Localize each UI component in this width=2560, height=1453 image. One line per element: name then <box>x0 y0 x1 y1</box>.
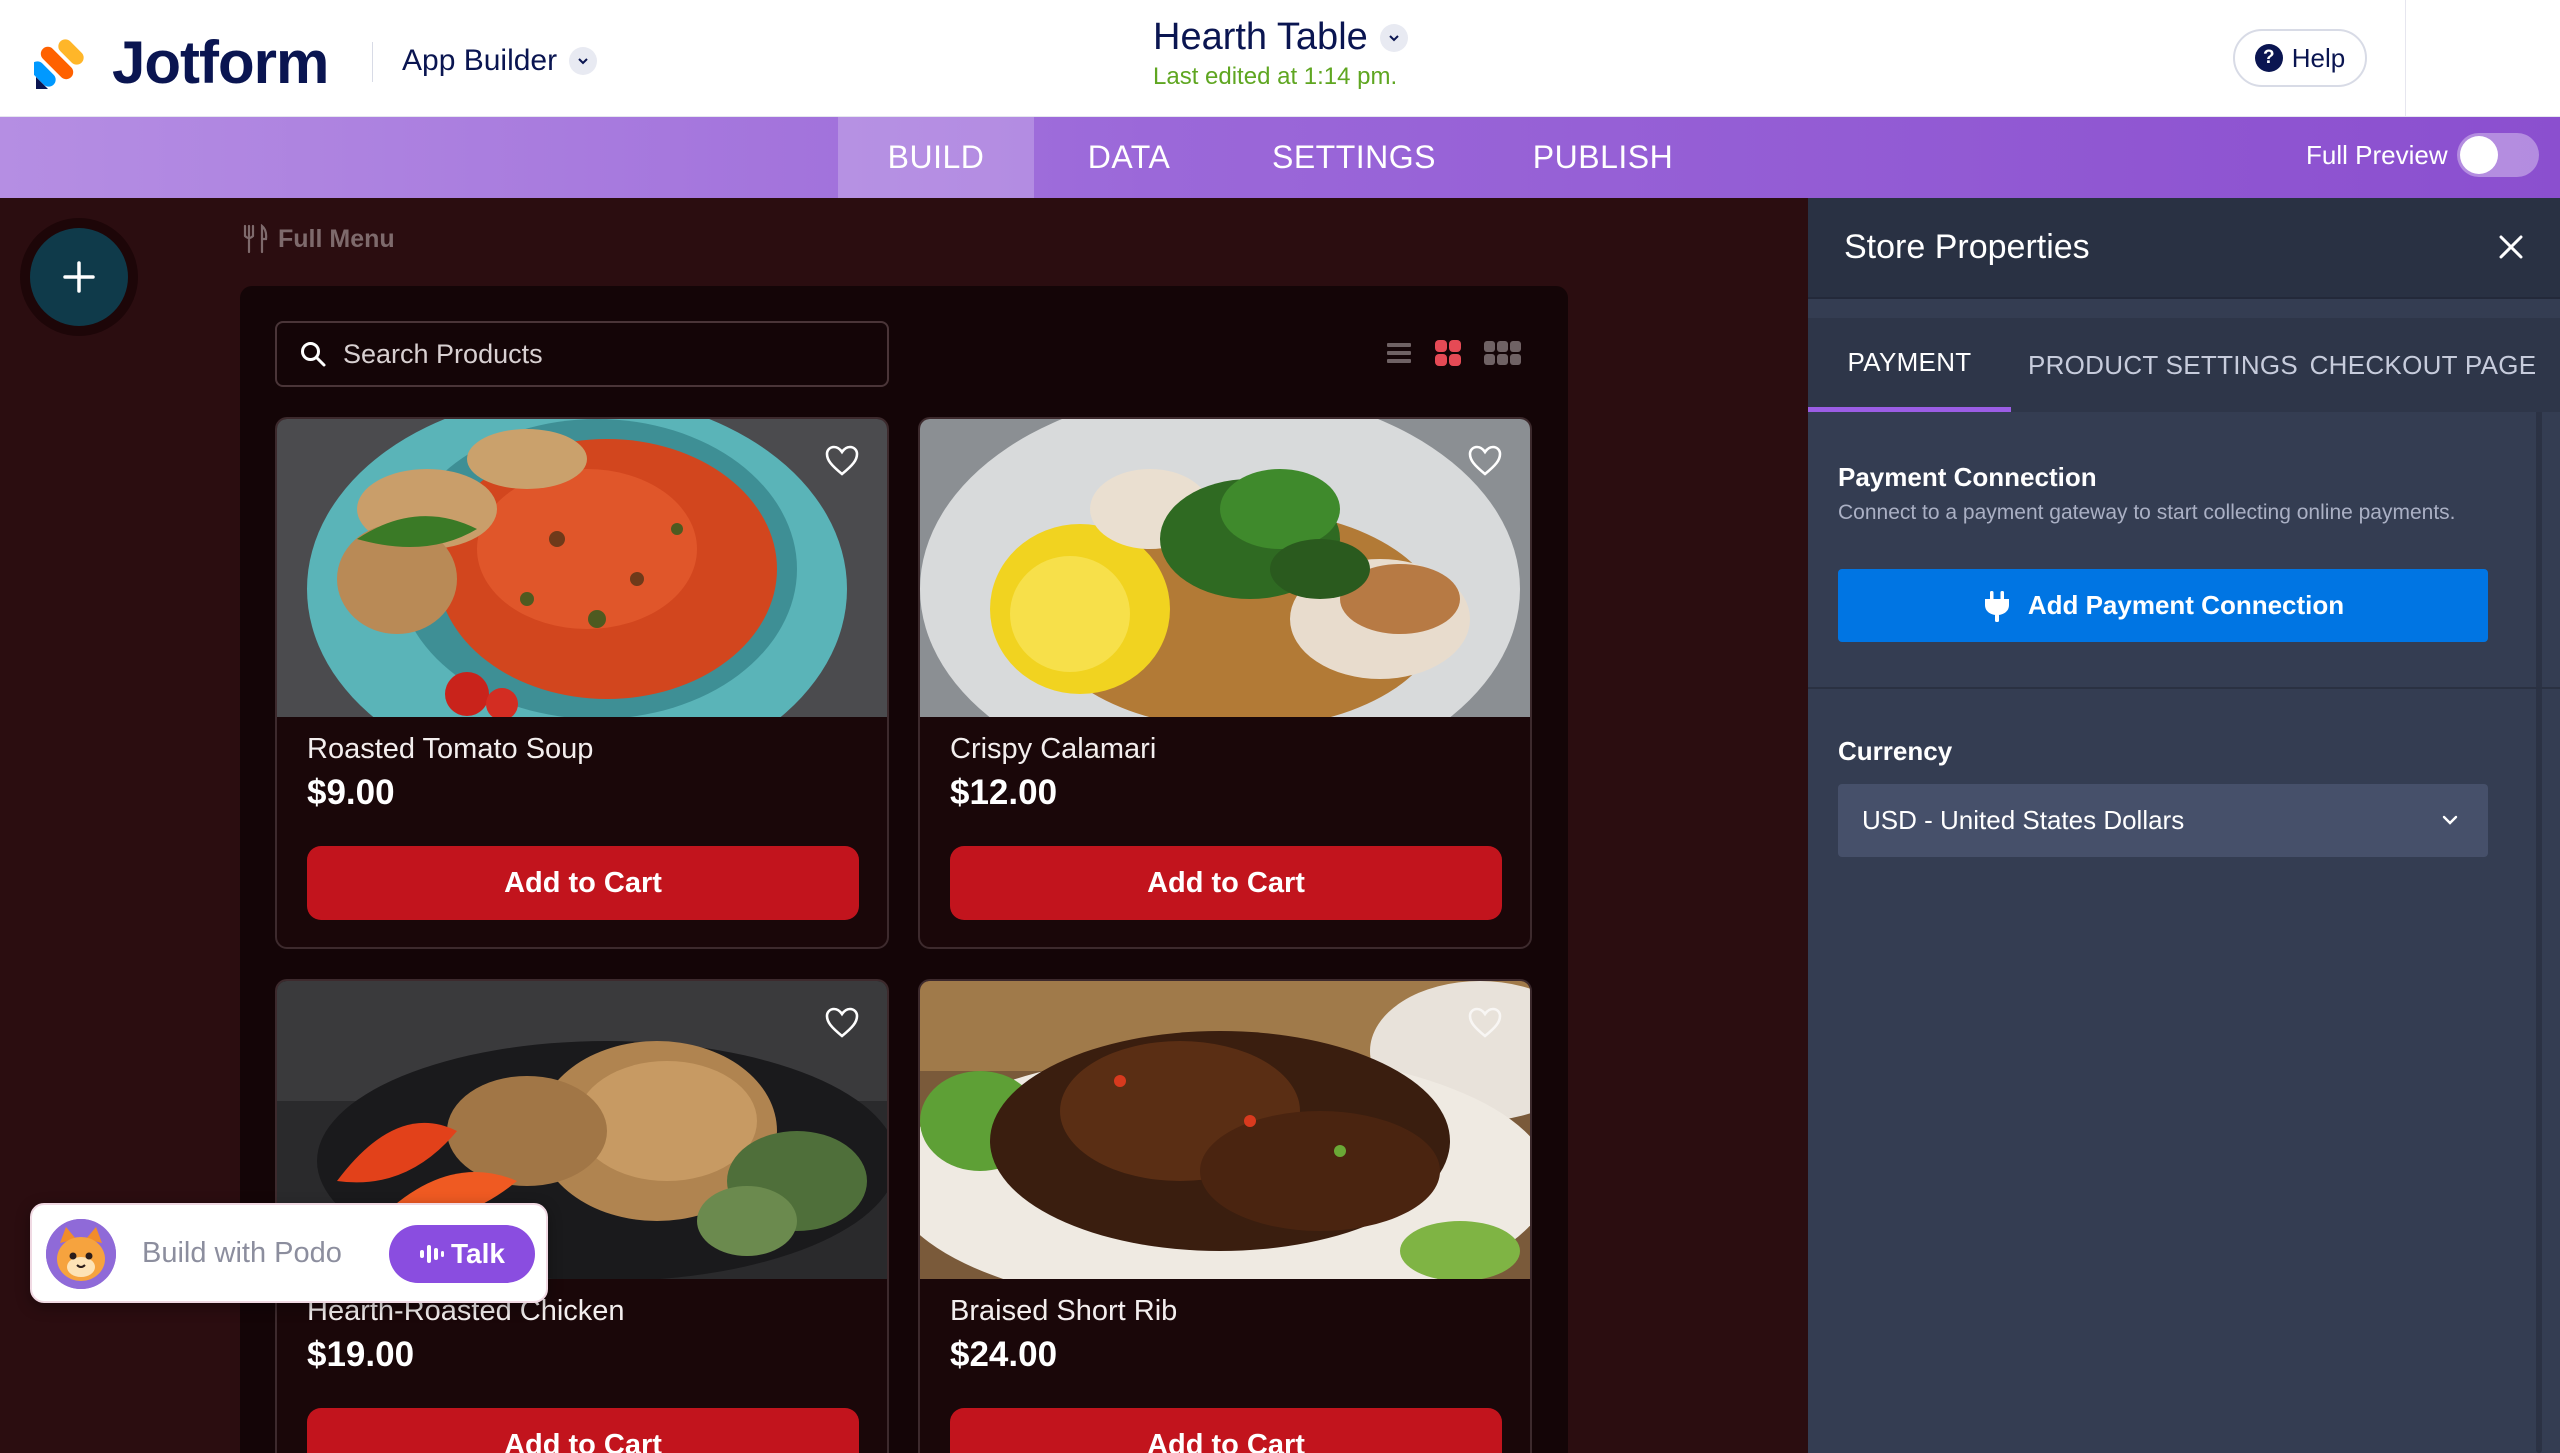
chevron-down-icon <box>1379 23 1408 52</box>
add-element-button[interactable] <box>30 228 128 326</box>
product-image-crispy-calamari[interactable] <box>920 419 1530 717</box>
tab-publish[interactable]: PUBLISH <box>1484 117 1722 198</box>
page-label-text: Full Menu <box>278 224 395 253</box>
tab-build[interactable]: BUILD <box>838 117 1034 198</box>
plus-icon <box>63 261 95 293</box>
add-payment-connection-label: Add Payment Connection <box>2027 590 2345 620</box>
app-builder-menu[interactable]: App Builder <box>402 44 598 78</box>
podo-avatar <box>46 1219 116 1289</box>
tab-product-settings[interactable]: PRODUCT SETTINGS <box>2018 318 2308 412</box>
list-view-icon[interactable] <box>1385 340 1413 366</box>
heart-icon[interactable] <box>825 1007 859 1039</box>
talk-button[interactable]: Talk <box>389 1225 535 1283</box>
full-preview-label: Full Preview <box>2306 140 2448 170</box>
grid-view-icon[interactable] <box>1433 338 1463 368</box>
compact-grid-view-icon[interactable] <box>1483 339 1523 367</box>
product-price: $19.00 <box>307 1335 415 1374</box>
talk-label: Talk <box>451 1238 505 1269</box>
app-title-menu[interactable]: Hearth Table <box>1153 16 1408 59</box>
product-card[interactable]: Crispy Calamari $12.00 Add to Cart <box>918 417 1532 949</box>
add-to-cart-button[interactable]: Add to Cart <box>307 846 859 920</box>
section-divider <box>1808 687 2560 689</box>
jotform-logo-icon <box>34 38 84 89</box>
tab-payment[interactable]: PAYMENT <box>1808 318 2011 412</box>
heart-icon[interactable] <box>1468 1007 1502 1039</box>
podo-prompt: Build with Podo <box>142 1237 342 1269</box>
tab-settings[interactable]: SETTINGS <box>1224 117 1484 198</box>
add-to-cart-button[interactable]: Add to Cart <box>307 1408 859 1453</box>
close-icon[interactable] <box>2496 232 2526 262</box>
currency-title: Currency <box>1838 736 1953 766</box>
tab-data[interactable]: DATA <box>1034 117 1224 198</box>
header-divider <box>2405 0 2406 117</box>
toggle-knob <box>2460 136 2498 174</box>
store-properties-panel: Store Properties PAYMENT PRODUCT SETTING… <box>1808 198 2560 1453</box>
help-label: Help <box>2291 42 2346 73</box>
heart-icon[interactable] <box>825 445 859 477</box>
product-card[interactable]: Braised Short Rib $24.00 Add to Cart <box>918 979 1532 1453</box>
add-to-cart-button[interactable]: Add to Cart <box>950 1408 1502 1453</box>
plug-icon <box>1984 590 2009 622</box>
jotform-logo[interactable]: Jotform <box>34 28 329 97</box>
help-button[interactable]: ? Help <box>2233 29 2367 87</box>
add-to-cart-button[interactable]: Add to Cart <box>950 846 1502 920</box>
panel-title: Store Properties <box>1844 228 2090 266</box>
search-bar[interactable] <box>275 321 889 387</box>
product-price: $24.00 <box>950 1335 1058 1374</box>
question-icon: ? <box>2254 44 2283 72</box>
product-card[interactable]: Roasted Tomato Soup $9.00 Add to Cart <box>275 417 889 949</box>
podo-assistant-widget[interactable]: Build with Podo Talk <box>30 1203 548 1303</box>
product-name: Braised Short Rib <box>950 1295 1178 1327</box>
payment-connection-title: Payment Connection <box>1838 462 2097 492</box>
panel-scrollbar[interactable] <box>2536 318 2542 1453</box>
product-image-braised-short-rib[interactable] <box>920 981 1530 1279</box>
voice-wave-icon <box>420 1245 445 1263</box>
app-builder-label: App Builder <box>402 44 558 77</box>
add-payment-connection-button[interactable]: Add Payment Connection <box>1838 569 2488 642</box>
product-image-tomato-soup[interactable] <box>277 419 887 717</box>
search-input[interactable] <box>343 338 863 370</box>
currency-selected-value: USD - United States Dollars <box>1862 805 2185 835</box>
chevron-down-icon <box>2442 815 2458 825</box>
top-bar: Jotform App Builder Hearth Table Last ed… <box>0 0 2560 117</box>
main-nav: BUILD DATA SETTINGS PUBLISH <box>0 117 2560 198</box>
heart-icon[interactable] <box>1468 445 1502 477</box>
currency-select[interactable]: USD - United States Dollars <box>1838 784 2488 857</box>
app-title: Hearth Table <box>1153 16 1368 58</box>
panel-header: Store Properties <box>1808 198 2560 299</box>
product-name: Crispy Calamari <box>950 733 1157 765</box>
product-price: $9.00 <box>307 773 395 812</box>
utensils-icon <box>243 224 268 254</box>
payment-connection-description: Connect to a payment gateway to start co… <box>1838 501 2456 524</box>
page-label[interactable]: Full Menu <box>240 224 395 254</box>
chevron-down-icon <box>569 47 598 75</box>
header-divider <box>372 42 373 82</box>
brand-name: Jotform <box>112 29 329 96</box>
last-edited-status: Last edited at 1:14 pm. <box>1153 63 1398 90</box>
tab-checkout-page[interactable]: CHECKOUT PAGE <box>2308 318 2538 412</box>
product-price: $12.00 <box>950 773 1058 812</box>
app-title-block: Hearth Table Last edited at 1:14 pm. <box>1153 16 1408 91</box>
panel-tabs: PAYMENT PRODUCT SETTINGS CHECKOUT PAGE <box>1808 318 2560 412</box>
search-icon <box>301 342 326 367</box>
full-preview-toggle[interactable] <box>2457 133 2539 177</box>
view-switcher <box>1385 338 1523 368</box>
product-name: Roasted Tomato Soup <box>307 733 594 765</box>
